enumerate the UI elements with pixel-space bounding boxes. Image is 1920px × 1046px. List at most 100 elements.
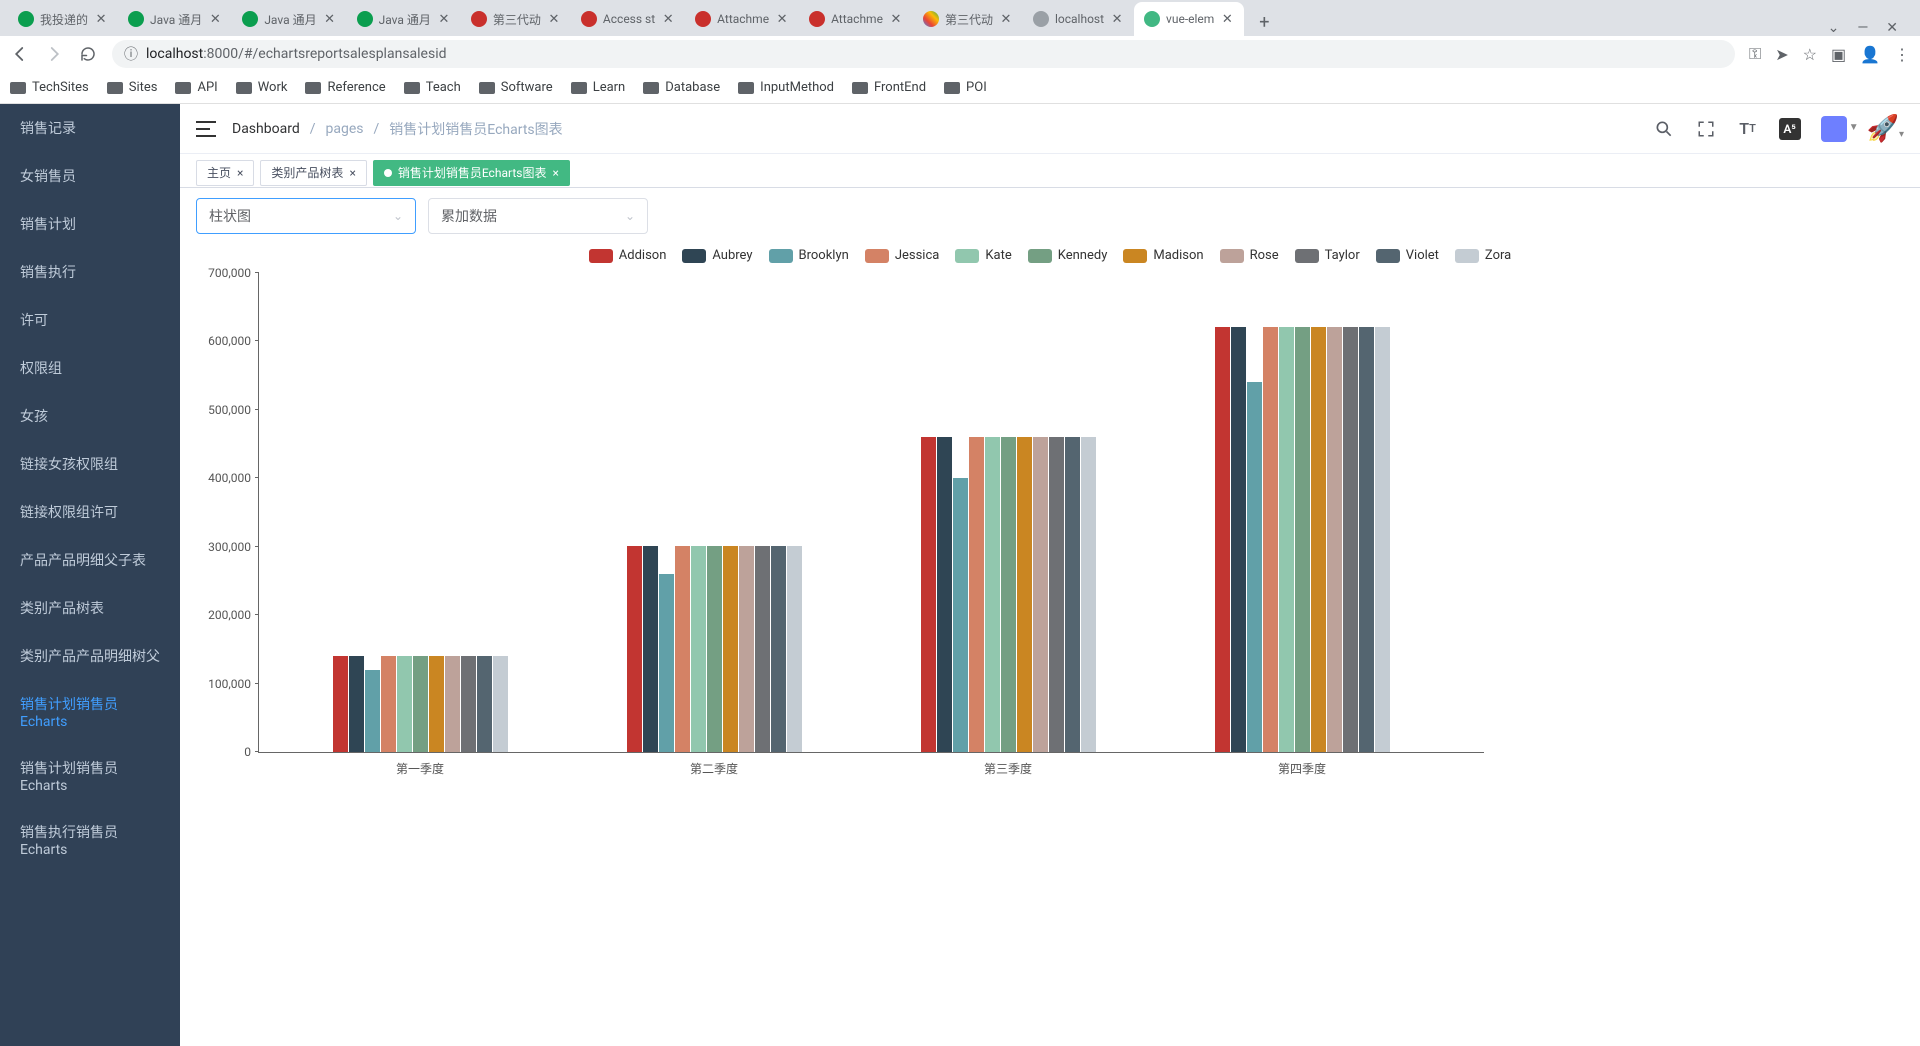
close-icon[interactable]: ✕ <box>889 12 903 26</box>
bar[interactable] <box>1065 437 1080 752</box>
close-icon[interactable]: × <box>349 166 355 180</box>
page-tab[interactable]: 销售计划销售员Echarts图表× <box>373 160 570 186</box>
bookmark-item[interactable]: POI <box>944 80 987 95</box>
bar[interactable] <box>627 546 642 752</box>
bar[interactable] <box>969 437 984 752</box>
bar[interactable] <box>787 546 802 752</box>
bookmark-item[interactable]: FrontEnd <box>852 80 926 95</box>
bar[interactable] <box>1295 327 1310 752</box>
close-icon[interactable]: ✕ <box>94 12 108 26</box>
sidebar-item[interactable]: 产品产品明细父子表 <box>0 536 180 584</box>
bar[interactable] <box>1279 327 1294 752</box>
text-size-icon[interactable]: TT <box>1737 118 1759 140</box>
fullscreen-icon[interactable] <box>1695 118 1717 140</box>
search-icon[interactable] <box>1653 118 1675 140</box>
close-icon[interactable]: ✕ <box>437 12 451 26</box>
bar[interactable] <box>413 656 428 752</box>
url-input[interactable]: ⓘ localhost:8000/#/echartsreportsalespla… <box>112 40 1735 68</box>
bookmark-item[interactable]: API <box>175 80 217 95</box>
panel-icon[interactable]: ▣ <box>1831 45 1846 64</box>
window-chevron-icon[interactable]: ⌄ <box>1828 20 1840 36</box>
profile-icon[interactable]: 👤 <box>1860 45 1880 64</box>
sidebar-item[interactable]: 销售计划销售员Echarts <box>0 680 180 744</box>
legend-item[interactable]: Taylor <box>1295 248 1360 263</box>
rocket-icon[interactable]: 🚀▾ <box>1867 114 1904 144</box>
sidebar-item[interactable]: 销售执行销售员Echarts <box>0 808 180 872</box>
sidebar-item[interactable]: 许可 <box>0 296 180 344</box>
sidebar-item[interactable]: 类别产品树表 <box>0 584 180 632</box>
sidebar-item[interactable]: 女销售员 <box>0 152 180 200</box>
kebab-menu-icon[interactable]: ⋮ <box>1894 45 1910 64</box>
legend-item[interactable]: Kennedy <box>1028 248 1108 263</box>
bar[interactable] <box>1081 437 1096 752</box>
bar[interactable] <box>397 656 412 752</box>
browser-tab[interactable]: Attachme ✕ <box>799 2 913 36</box>
browser-tab[interactable]: localhost ✕ <box>1023 2 1134 36</box>
sidebar-item[interactable]: 链接权限组许可 <box>0 488 180 536</box>
bar[interactable] <box>771 546 786 752</box>
legend-item[interactable]: Brooklyn <box>769 248 849 263</box>
bar[interactable] <box>953 478 968 752</box>
back-button[interactable] <box>10 44 30 64</box>
sidebar-item[interactable]: 链接女孩权限组 <box>0 440 180 488</box>
bar[interactable] <box>1017 437 1032 752</box>
bar[interactable] <box>1375 327 1390 752</box>
key-icon[interactable]: ⚿ <box>1749 44 1761 64</box>
browser-tab[interactable]: Java 通月 ✕ <box>232 2 346 36</box>
bar[interactable] <box>429 656 444 752</box>
bar[interactable] <box>985 437 1000 752</box>
bar[interactable] <box>365 670 380 752</box>
legend-item[interactable]: Aubrey <box>682 248 752 263</box>
sidebar-item[interactable]: 女孩 <box>0 392 180 440</box>
send-icon[interactable]: ➤ <box>1775 45 1788 64</box>
bar[interactable] <box>937 437 952 752</box>
bar[interactable] <box>445 656 460 752</box>
browser-tab[interactable]: Access st ✕ <box>571 2 685 36</box>
legend-item[interactable]: Violet <box>1376 248 1439 263</box>
legend-item[interactable]: Madison <box>1123 248 1203 263</box>
close-icon[interactable]: × <box>237 166 243 180</box>
sidebar-item[interactable]: 类别产品产品明细树父 <box>0 632 180 680</box>
bookmark-item[interactable]: Teach <box>404 80 461 95</box>
translate-icon[interactable]: A⁵ <box>1779 118 1801 140</box>
data-mode-select[interactable]: 累加数据 ⌄ <box>428 198 648 234</box>
legend-item[interactable]: Addison <box>589 248 667 263</box>
close-icon[interactable]: ✕ <box>775 12 789 26</box>
bar[interactable] <box>723 546 738 752</box>
bar[interactable] <box>349 656 364 752</box>
browser-tab[interactable]: Java 通月 ✕ <box>347 2 461 36</box>
bar[interactable] <box>755 546 770 752</box>
sidebar-item[interactable]: 权限组 <box>0 344 180 392</box>
bar[interactable] <box>1033 437 1048 752</box>
sidebar-item[interactable]: 销售执行 <box>0 248 180 296</box>
window-close-icon[interactable]: ✕ <box>1886 20 1898 36</box>
bookmark-item[interactable]: InputMethod <box>738 80 834 95</box>
browser-tab[interactable]: vue-elem ✕ <box>1134 2 1244 36</box>
close-icon[interactable]: ✕ <box>208 12 222 26</box>
browser-tab[interactable]: 第三代动 ✕ <box>913 2 1023 36</box>
bar[interactable] <box>1215 327 1230 752</box>
close-icon[interactable]: ✕ <box>323 12 337 26</box>
bar[interactable] <box>1359 327 1374 752</box>
browser-tab[interactable]: 我投递的 ✕ <box>8 2 118 36</box>
bookmark-item[interactable]: Database <box>643 80 720 95</box>
avatar[interactable]: ▼ <box>1821 116 1847 142</box>
bar[interactable] <box>1247 382 1262 752</box>
browser-tab[interactable]: Java 通月 ✕ <box>118 2 232 36</box>
bar[interactable] <box>921 437 936 752</box>
page-tab[interactable]: 类别产品树表× <box>260 160 366 186</box>
legend-item[interactable]: Rose <box>1220 248 1279 263</box>
close-icon[interactable]: ✕ <box>547 12 561 26</box>
bookmark-item[interactable]: Software <box>479 80 553 95</box>
bookmark-item[interactable]: Learn <box>571 80 626 95</box>
bookmark-item[interactable]: Reference <box>305 80 385 95</box>
close-icon[interactable]: ✕ <box>999 12 1013 26</box>
legend-item[interactable]: Zora <box>1455 248 1511 263</box>
bar[interactable] <box>1231 327 1246 752</box>
sidebar-item[interactable]: 销售计划销售员Echarts <box>0 744 180 808</box>
legend-item[interactable]: Kate <box>955 248 1011 263</box>
site-info-icon[interactable]: ⓘ <box>124 44 138 64</box>
hamburger-icon[interactable] <box>196 121 216 137</box>
reload-button[interactable] <box>78 44 98 64</box>
sidebar-item[interactable]: 销售计划 <box>0 200 180 248</box>
